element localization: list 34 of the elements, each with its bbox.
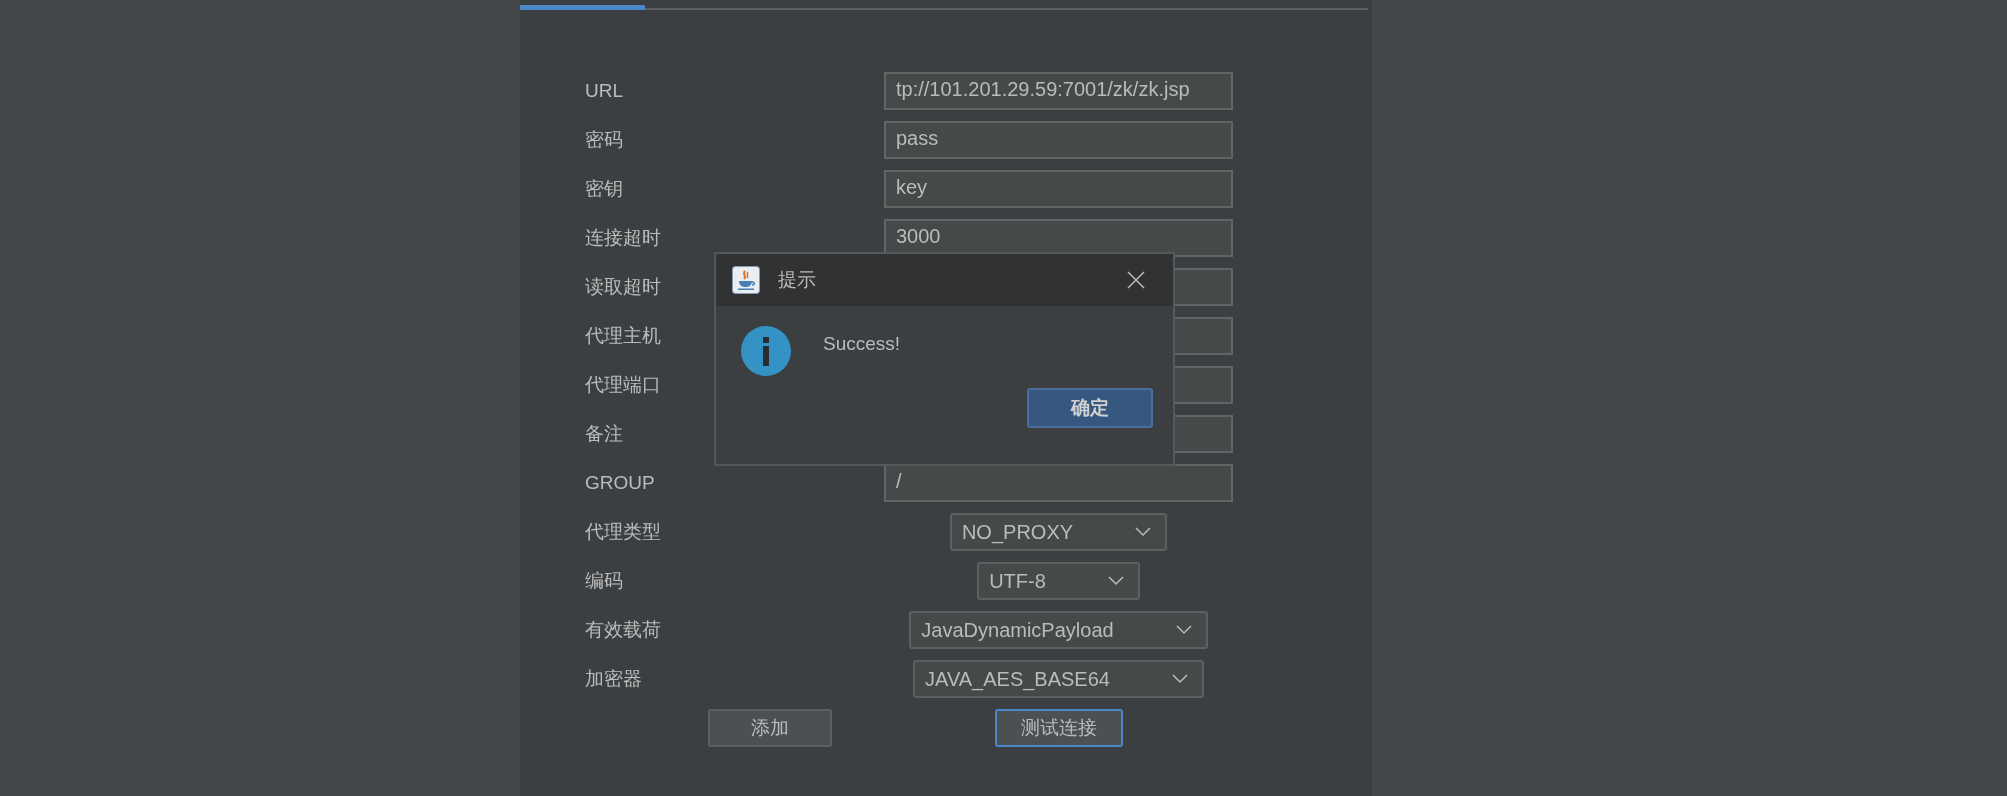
field-label: 备注 — [585, 422, 623, 446]
chevron-down-icon — [1175, 625, 1192, 635]
dropdown[interactable]: JAVA_AES_BASE64 — [913, 660, 1204, 698]
dialog-title: 提示 — [778, 268, 817, 292]
info-icon — [741, 326, 791, 376]
field-label: GROUP — [585, 472, 655, 494]
text-field[interactable]: 3000 — [884, 219, 1233, 257]
field-label: 代理类型 — [585, 520, 661, 544]
field-label: 有效载荷 — [585, 618, 661, 642]
dropdown[interactable]: JavaDynamicPayload — [909, 611, 1208, 649]
field-label: 密码 — [585, 128, 623, 152]
ok-button[interactable]: 确定 — [1027, 388, 1153, 428]
text-field[interactable]: pass — [884, 121, 1233, 159]
test-connection-button[interactable]: 测试连接 — [994, 709, 1123, 747]
chevron-down-icon — [1171, 674, 1188, 684]
dropdown[interactable]: UTF-8 — [977, 562, 1140, 600]
text-field[interactable]: / — [884, 464, 1233, 502]
chevron-down-icon — [1135, 527, 1152, 537]
text-field[interactable]: tp://101.201.29.59:7001/zk/zk.jsp — [884, 72, 1233, 110]
field-label: 代理端口 — [585, 373, 661, 397]
field-label: 加密器 — [585, 667, 642, 691]
dialog-message: Success! — [823, 333, 901, 355]
field-label: 读取超时 — [585, 275, 661, 299]
field-label: 编码 — [585, 569, 623, 593]
field-label: 连接超时 — [585, 226, 661, 250]
text-field[interactable]: key — [884, 170, 1233, 208]
field-label: 密钥 — [585, 177, 623, 201]
chevron-down-icon — [1107, 576, 1124, 586]
coffee-cup-icon — [732, 266, 760, 294]
add-button[interactable]: 添加 — [708, 709, 832, 747]
dropdown[interactable]: NO_PROXY — [949, 513, 1168, 551]
close-icon[interactable] — [1127, 271, 1145, 289]
field-label: 代理主机 — [585, 324, 661, 348]
field-label: URL — [585, 80, 623, 102]
